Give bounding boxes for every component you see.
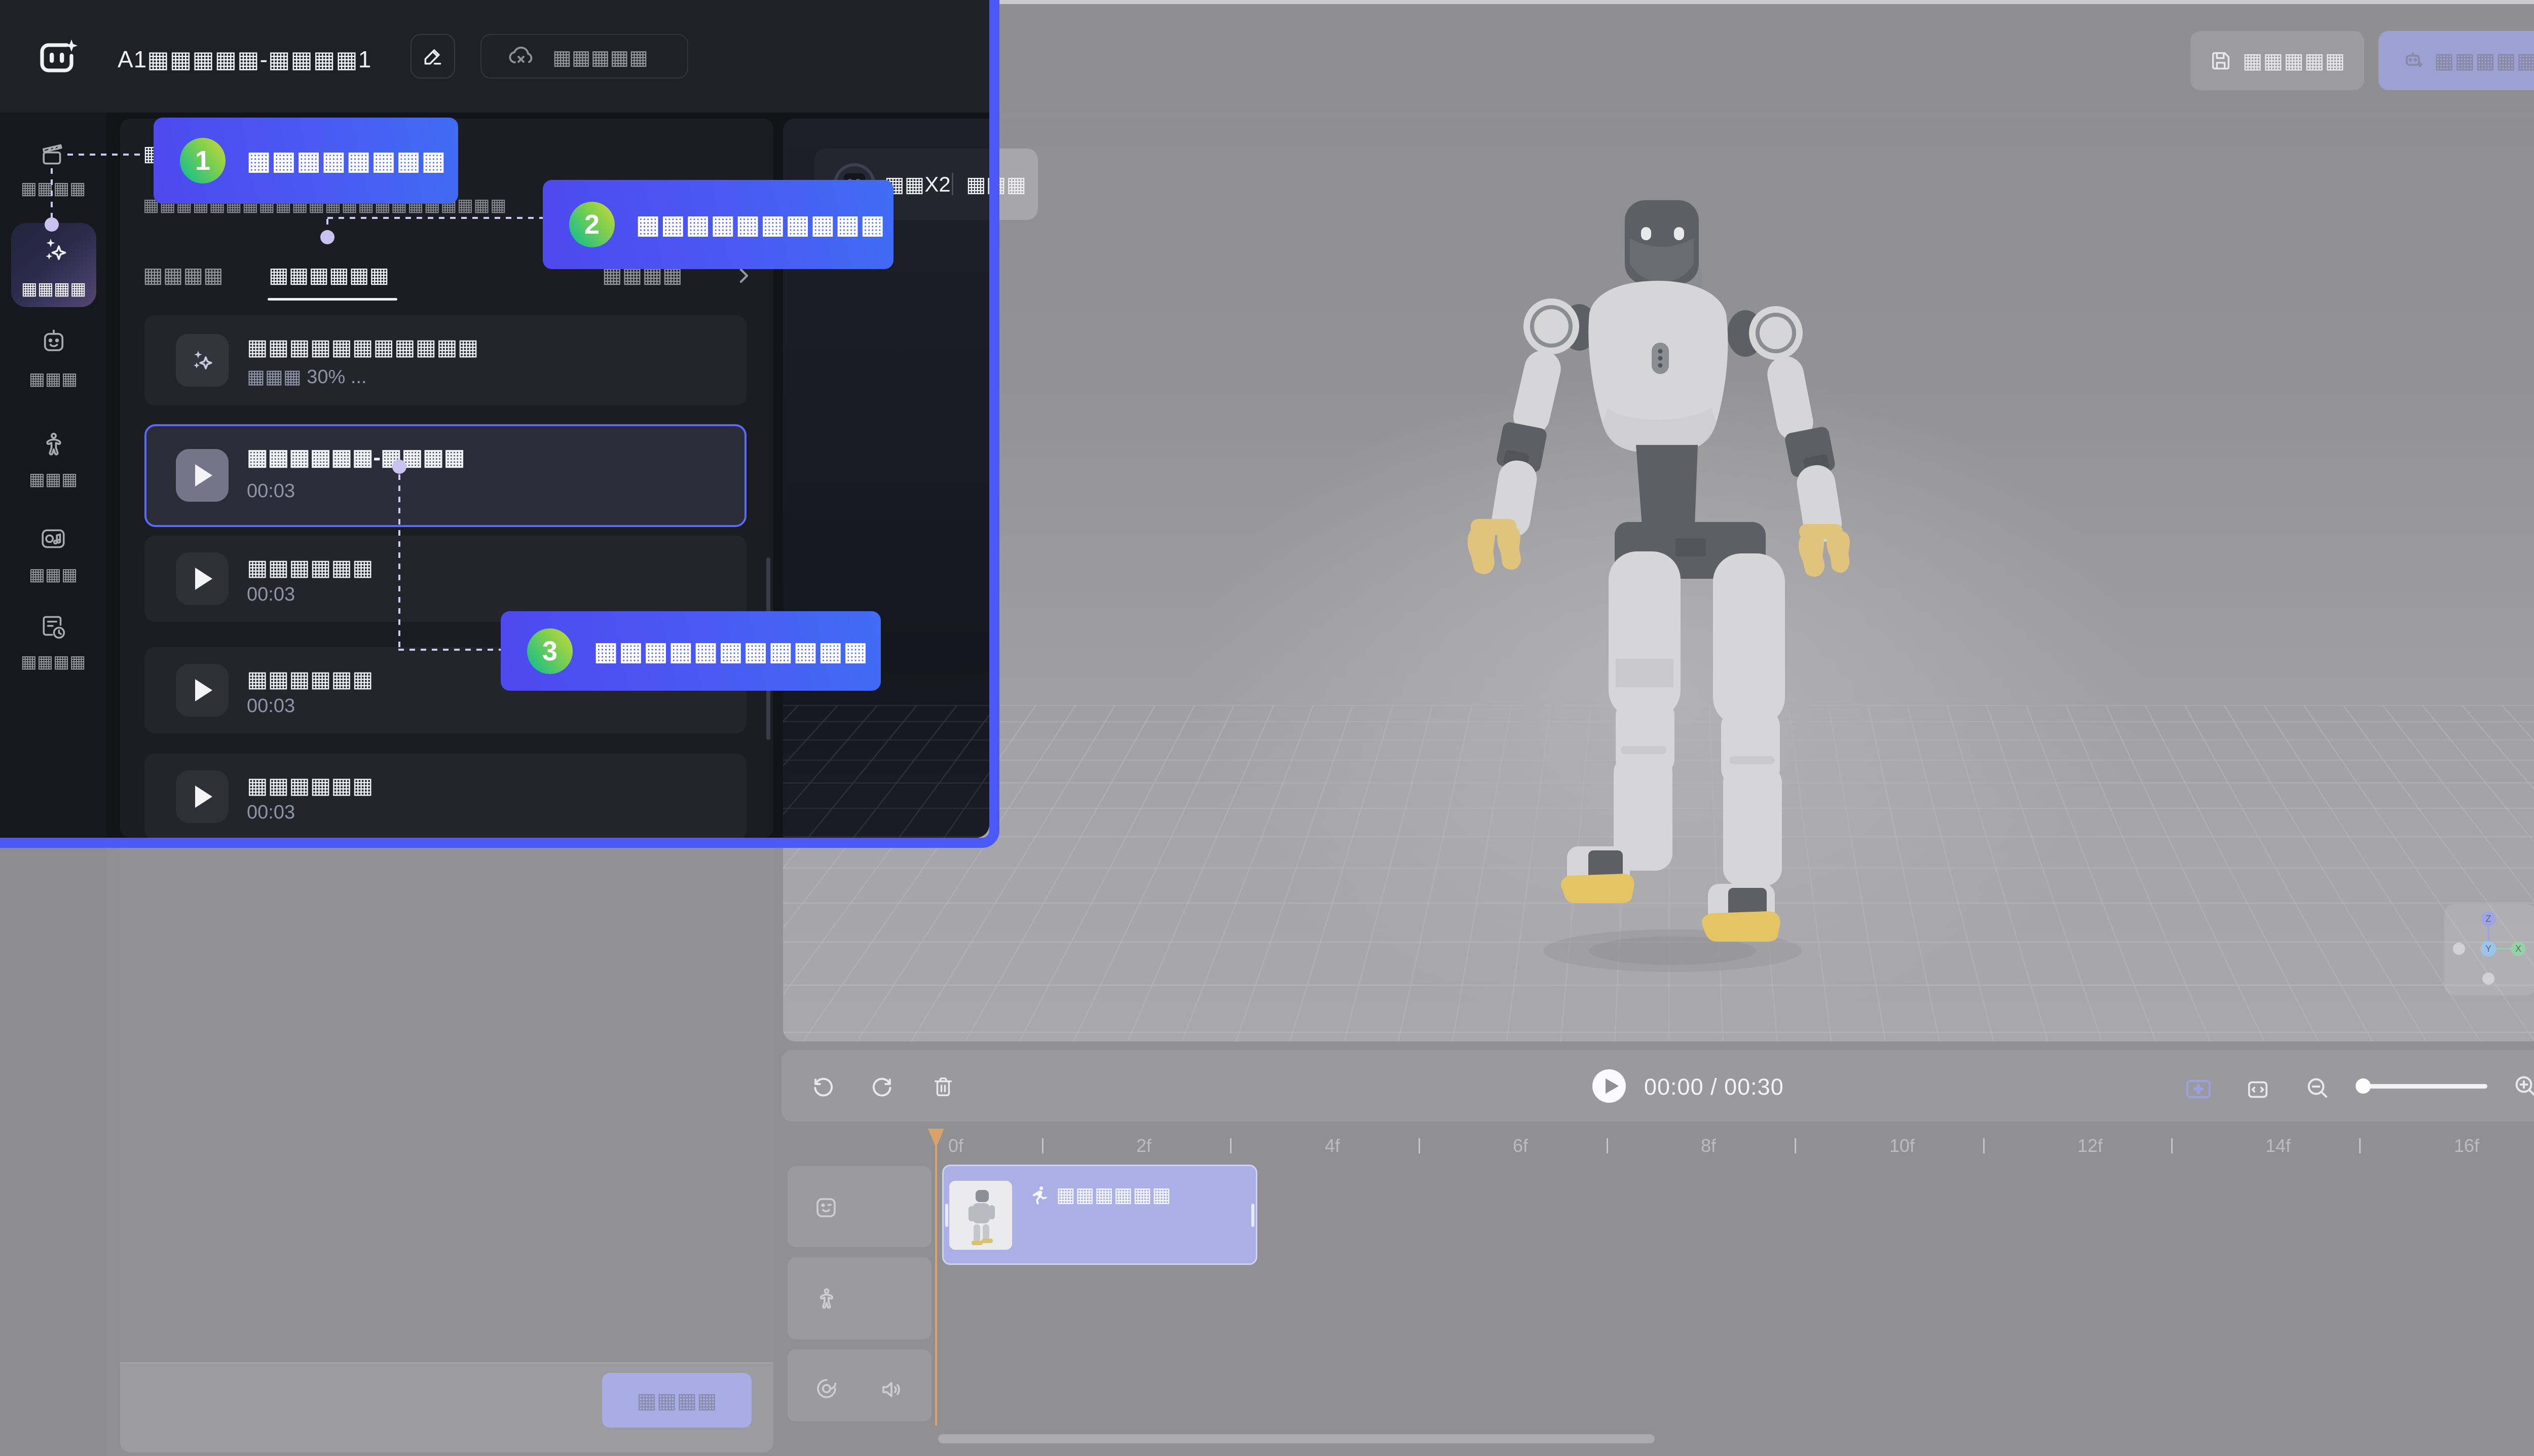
svg-text:Z: Z xyxy=(2486,914,2491,924)
svg-text:Y: Y xyxy=(2485,944,2491,954)
svg-text:X: X xyxy=(2515,944,2521,954)
